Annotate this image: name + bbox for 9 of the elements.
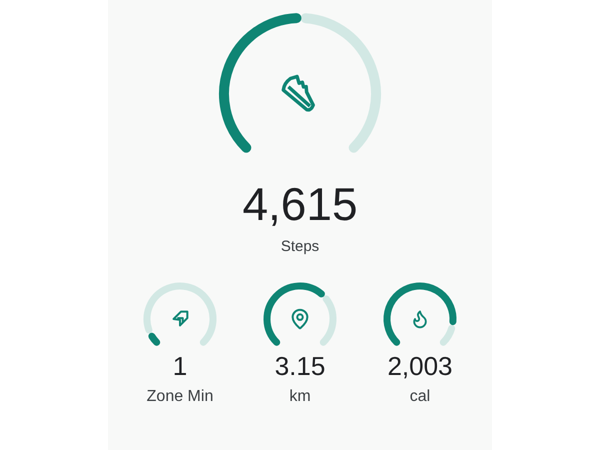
- metric-value: 3.15: [274, 350, 326, 380]
- steps-value: 4,615: [242, 178, 358, 230]
- metric-label: Zone Min: [146, 386, 214, 406]
- steps-label: Steps: [280, 237, 320, 257]
- metric-value: 2,003: [387, 350, 453, 380]
- metric-label: km: [289, 386, 311, 406]
- location-pin-icon: [289, 308, 311, 330]
- metric-value: 1: [172, 350, 188, 380]
- metric-label: cal: [410, 386, 430, 406]
